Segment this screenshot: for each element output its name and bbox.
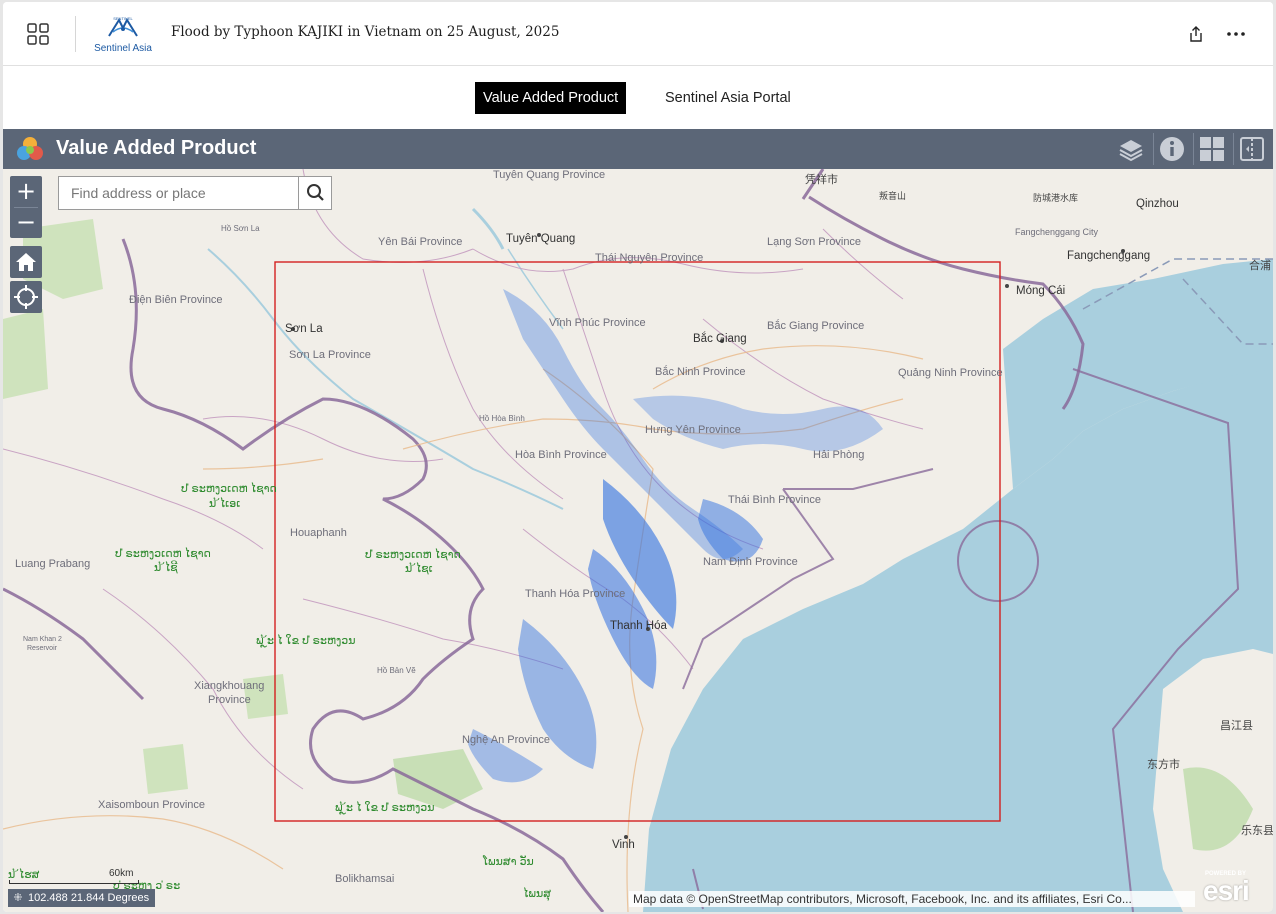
map-label: Tuyên Quang bbox=[506, 233, 576, 245]
info-icon[interactable] bbox=[1158, 135, 1186, 163]
map-label: Fangchenggang bbox=[1067, 250, 1151, 262]
logo-caption: SENTINEL bbox=[113, 16, 133, 21]
header: SENTINEL Sentinel Asia Flood by Typhoon … bbox=[3, 2, 1273, 66]
map-label: Hồ Bản Vẽ bbox=[377, 666, 416, 675]
map-label: Reservoir bbox=[27, 645, 57, 652]
map-label: ປ ່ຣະຫງວເດຫ ໄຊາດ bbox=[365, 549, 461, 561]
home-button[interactable] bbox=[10, 246, 42, 278]
map-label: 凭祥市 bbox=[805, 174, 838, 186]
map-label: Vinh bbox=[612, 839, 635, 851]
map-label: 昌江县 bbox=[1220, 720, 1253, 732]
map-label: 东方市 bbox=[1147, 759, 1180, 771]
map-label: ພ ້ຼະ ໄ ໃຂ ປ ່ຣະຫງວນ bbox=[256, 635, 356, 647]
map-label: Lạng Sơn Province bbox=[767, 236, 862, 248]
map-app-header: Value Added Product bbox=[3, 129, 1273, 169]
basemap-gallery-icon[interactable] bbox=[1198, 135, 1226, 163]
map-label: Hòa Bình Province bbox=[515, 449, 607, 461]
map-label: ປ ່ຣະຫງວເດຫ ໄຊາດ bbox=[181, 483, 277, 495]
split-view-icon[interactable] bbox=[1238, 135, 1266, 163]
home-icon bbox=[16, 253, 36, 271]
map-label: Bolikhamsai bbox=[335, 873, 395, 885]
map-label: Hồ Hòa Bình bbox=[479, 414, 525, 423]
map-label: 乐东县 bbox=[1241, 825, 1273, 837]
map-label: Houaphanh bbox=[290, 527, 347, 539]
map-label: Sơn La bbox=[285, 323, 323, 335]
search-input[interactable] bbox=[59, 177, 299, 209]
zoom-in-button[interactable]: + bbox=[10, 176, 42, 207]
map-label: Luang Prabang bbox=[15, 558, 91, 570]
tab-sentinel-asia-portal[interactable]: Sentinel Asia Portal bbox=[657, 82, 799, 114]
locate-crosshair-icon bbox=[14, 285, 38, 309]
map-label: ນ ້ໄເອເ bbox=[209, 498, 241, 510]
app-frame: SENTINEL Sentinel Asia Flood by Typhoon … bbox=[3, 2, 1273, 912]
page-navigation: Value Added Product Sentinel Asia Portal bbox=[3, 67, 1273, 129]
coordinate-readout[interactable]: ⁜ 102.488 21.844 Degrees bbox=[8, 889, 156, 907]
map-label: ໄພນສຸ bbox=[523, 888, 551, 900]
map-label: Bắc Ninh Province bbox=[655, 366, 746, 378]
map-label: ໂພນສາ ວັນ bbox=[483, 856, 534, 868]
layers-icon[interactable] bbox=[1117, 135, 1145, 163]
coordinate-crosshair-icon: ⁜ bbox=[13, 892, 23, 904]
search-widget bbox=[58, 176, 332, 210]
map-label: ພ ້ຼະ ໄ ໃຂ ປ ່ຣະຫງວນ bbox=[335, 802, 435, 814]
app-title: Value Added Product bbox=[56, 137, 257, 159]
map-label: Nam Khan 2 bbox=[23, 636, 62, 643]
toolbar-divider bbox=[1193, 133, 1194, 165]
map-label: Nghệ An Province bbox=[462, 734, 551, 746]
map-label: Hải Phòng bbox=[813, 449, 865, 461]
map-label: ນ ້ໄຊເ bbox=[405, 563, 433, 575]
toolbar-divider bbox=[1153, 133, 1154, 165]
logo-emblem-icon: SENTINEL bbox=[108, 16, 138, 37]
map-label: Điện Biên Province bbox=[129, 294, 223, 306]
map-label: Yên Bái Province bbox=[378, 236, 463, 248]
more-horizontal-icon[interactable] bbox=[1225, 24, 1247, 44]
header-divider bbox=[75, 16, 76, 52]
search-icon bbox=[307, 184, 324, 201]
map-attribution[interactable]: Map data © OpenStreetMap contributors, M… bbox=[629, 891, 1195, 907]
zoom-out-button[interactable]: − bbox=[10, 207, 42, 238]
map-label: Nam Định Province bbox=[703, 556, 798, 568]
map-label: ນ ້ໄຊີ bbox=[154, 562, 178, 574]
map-label: 叛音山 bbox=[879, 191, 907, 201]
map-label: Tuyên Quang Province bbox=[493, 169, 606, 181]
grid-apps-icon[interactable] bbox=[27, 23, 49, 45]
map-label: Quảng Ninh Province bbox=[898, 367, 1003, 379]
map-label: Hưng Yên Province bbox=[645, 424, 741, 436]
map-label: Xaisomboun Province bbox=[98, 799, 206, 811]
map-label: Hồ Sơn La bbox=[221, 224, 260, 233]
esri-logo[interactable]: POWERED BY esri bbox=[1201, 869, 1261, 907]
coordinate-text: 102.488 21.844 Degrees bbox=[28, 892, 150, 904]
map-label: Sơn La Province bbox=[289, 349, 371, 361]
map-label: Thanh Hóa bbox=[610, 620, 667, 632]
map-label: Móng Cái bbox=[1016, 285, 1066, 297]
map-view[interactable]: Tuyên Quang Province Tuyên Quang Yên Bái… bbox=[3, 169, 1273, 912]
map-label: Xiangkhouang bbox=[194, 680, 265, 692]
esri-wordmark: esri bbox=[1203, 875, 1250, 906]
app-logo-icon bbox=[17, 137, 43, 160]
locate-button[interactable] bbox=[10, 281, 42, 313]
map-label: ປ ່ຣະຫງວເດຫ ໄຊາດ bbox=[115, 548, 211, 560]
map-label: 合浦 bbox=[1249, 260, 1271, 272]
page-title: Flood by Typhoon KAJIKI in Vietnam on 25… bbox=[171, 24, 560, 40]
map-label: Bắc Giang bbox=[693, 333, 747, 345]
scale-label: 60km bbox=[109, 868, 134, 879]
toolbar-divider bbox=[1233, 133, 1234, 165]
scale-line bbox=[9, 880, 139, 884]
logo-text: Sentinel Asia bbox=[94, 43, 152, 54]
map-label: Vĩnh Phúc Province bbox=[549, 317, 646, 329]
map-label: Thái Bình Province bbox=[728, 494, 821, 506]
tab-value-added-product[interactable]: Value Added Product bbox=[475, 82, 627, 114]
map-label: Qinzhou bbox=[1136, 198, 1179, 210]
map-label: 防城港水库 bbox=[1033, 193, 1079, 203]
map-label: Thanh Hóa Province bbox=[525, 588, 626, 600]
zoom-controls: + − bbox=[10, 176, 42, 238]
share-icon[interactable] bbox=[1187, 25, 1205, 43]
sentinel-asia-logo[interactable]: SENTINEL Sentinel Asia bbox=[93, 14, 153, 54]
map-label: Thái Nguyên Province bbox=[595, 252, 704, 264]
search-button[interactable] bbox=[298, 177, 331, 209]
map-label: Province bbox=[208, 694, 251, 706]
map-label: Bắc Giang Province bbox=[767, 320, 865, 332]
map-label: Fangchenggang City bbox=[1015, 227, 1099, 237]
